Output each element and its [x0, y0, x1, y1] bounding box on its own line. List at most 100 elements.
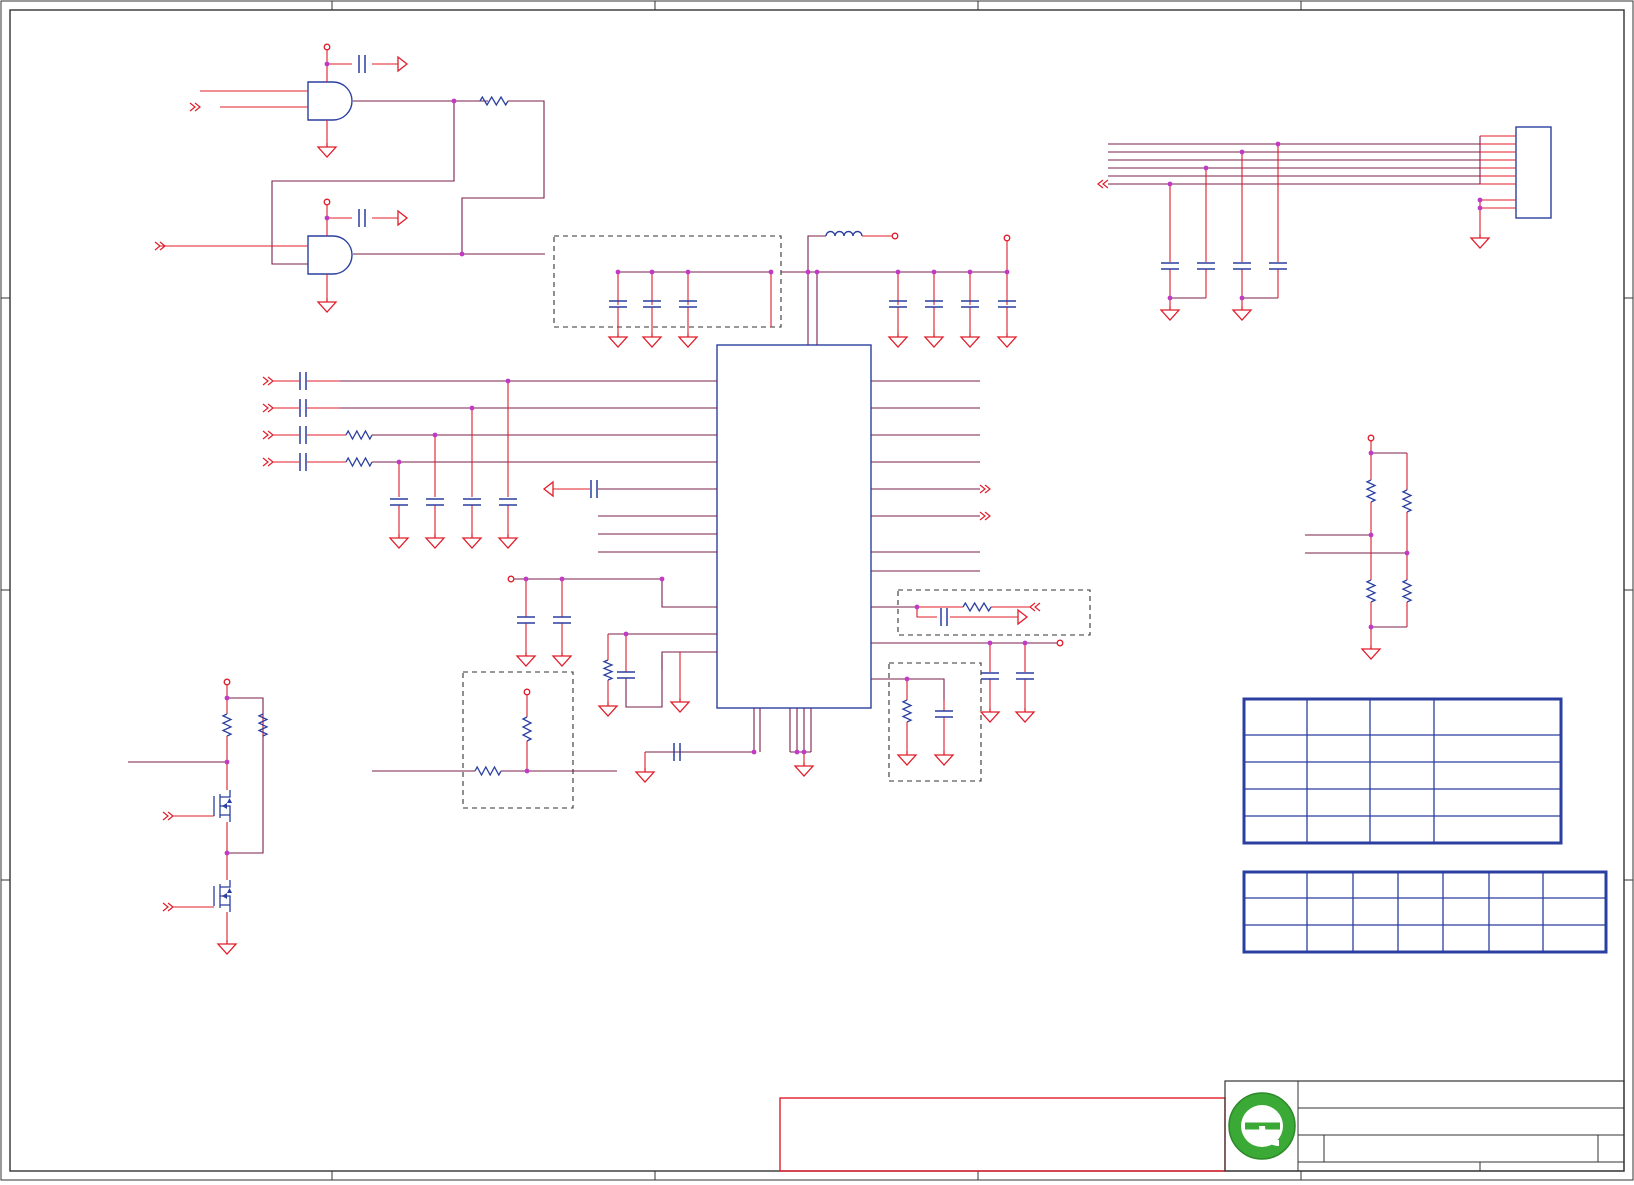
junction-dot: [224, 695, 230, 701]
ground-icon: [923, 333, 945, 348]
junction-dot: [1203, 165, 1209, 171]
offpage-input-icon: [162, 902, 174, 912]
mosfet-icon: [213, 880, 232, 912]
ground-icon: [515, 652, 537, 667]
capacitor-icon: [299, 453, 307, 471]
main-ic: [716, 344, 872, 709]
power-node-icon: [507, 575, 515, 583]
capacitor-icon: [940, 608, 948, 626]
stub: [200, 90, 308, 108]
ground-icon: [1469, 234, 1491, 249]
ground-icon: [959, 333, 981, 348]
resistor-icon: [345, 456, 373, 468]
junction-dot: [904, 676, 910, 682]
capacitor-icon: [1197, 262, 1215, 270]
offpage-input-icon: [262, 457, 274, 467]
junction-dot: [659, 576, 665, 582]
capacitor-icon: [299, 399, 307, 417]
stub: [617, 272, 772, 327]
ground-icon: [388, 534, 410, 549]
capacitor-icon: [390, 498, 408, 506]
resistor-icon: [1365, 579, 1377, 603]
vref-arrow-icon: [1017, 608, 1029, 626]
ground-icon: [551, 652, 573, 667]
junction-dot: [987, 640, 993, 646]
junction-dot: [451, 98, 457, 104]
junction-dot: [1275, 141, 1281, 147]
offpage-input-icon: [162, 811, 174, 821]
capacitor-icon: [299, 372, 307, 390]
capacitor-icon: [463, 498, 481, 506]
capacitor-icon: [1233, 262, 1251, 270]
junction-dot: [432, 432, 438, 438]
vref-arrow-icon: [542, 480, 554, 498]
junction-dot: [1368, 624, 1374, 630]
junction-dot: [1404, 550, 1410, 556]
wire: [514, 578, 717, 608]
resistor-icon: [1401, 579, 1413, 603]
schematic-drawing: [0, 0, 1634, 1181]
junction-dot: [1022, 640, 1028, 646]
ground-icon: [1231, 306, 1253, 321]
stub: [326, 50, 398, 82]
junction-dot: [505, 378, 511, 384]
junction-dot: [805, 269, 811, 275]
junction-dot: [649, 269, 655, 275]
capacitor-icon: [426, 498, 444, 506]
connector-header: [1515, 126, 1552, 219]
junction-dot: [459, 251, 465, 257]
title-block: [779, 1080, 1625, 1172]
power-node-icon: [891, 232, 899, 240]
junction-dot: [1239, 295, 1245, 301]
resistor-icon: [221, 713, 233, 737]
capacitor-icon: [299, 426, 307, 444]
power-node-icon: [223, 678, 231, 686]
capacitor-icon: [617, 671, 635, 679]
junction-dot: [1239, 149, 1245, 155]
offpage-input-icon: [262, 430, 274, 440]
resistor-icon: [602, 659, 614, 681]
capacitor-icon: [590, 480, 598, 498]
wire: [789, 708, 812, 752]
ground-icon: [607, 333, 629, 348]
ground-icon: [497, 534, 519, 549]
ground-icon: [316, 143, 338, 158]
junction-dot: [931, 269, 937, 275]
capacitor-icon: [1161, 262, 1179, 270]
ground-icon: [933, 751, 955, 766]
resistor-icon: [962, 601, 992, 613]
junction-dot: [768, 269, 774, 275]
power-node-icon: [323, 198, 331, 206]
wire: [461, 100, 545, 254]
wire: [598, 515, 717, 553]
junction-dot: [1477, 197, 1483, 203]
resistor-icon: [345, 429, 373, 441]
ground-icon: [597, 702, 619, 717]
junction-dot: [801, 749, 807, 755]
junction-dot: [469, 405, 475, 411]
capacitor-icon: [935, 710, 953, 718]
junction-dot: [396, 459, 402, 465]
mosfet-icon: [213, 790, 232, 822]
wire: [1305, 534, 1407, 554]
junction-dot: [524, 768, 530, 774]
junction-dot: [324, 215, 330, 221]
schematic-canvas: [0, 0, 1634, 1181]
ground-icon: [896, 751, 918, 766]
ground-icon: [316, 298, 338, 313]
capacitor-icon: [358, 209, 366, 227]
junction-dot: [1004, 269, 1010, 275]
offpage-output-icon: [1029, 602, 1041, 612]
junction-dot: [895, 269, 901, 275]
junction-dot: [814, 269, 820, 275]
junction-dot: [224, 759, 230, 765]
junction-dot: [1477, 205, 1483, 211]
inductor-icon: [825, 230, 863, 237]
offpage-input-icon: [189, 102, 201, 112]
resistor-icon: [521, 716, 533, 742]
offpage-input-icon: [979, 484, 991, 494]
junction-dot: [794, 749, 800, 755]
capacitor-icon: [358, 55, 366, 73]
junction-dot: [623, 631, 629, 637]
company-logo-icon: [1228, 1092, 1296, 1160]
